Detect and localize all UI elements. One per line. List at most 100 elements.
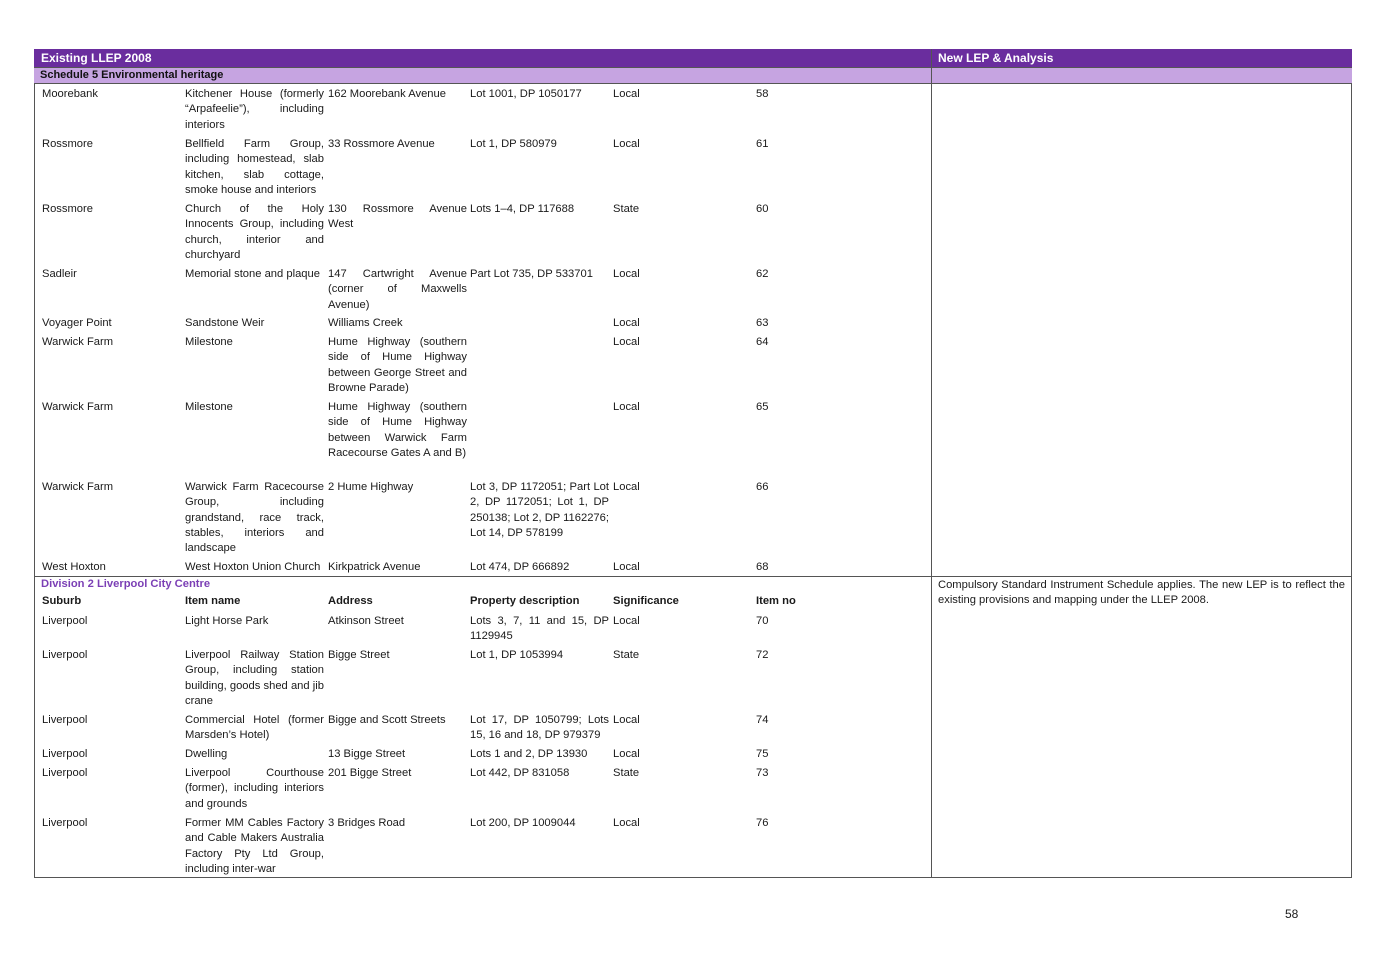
cell-no: 70 xyxy=(756,615,769,627)
cell-no: 73 xyxy=(756,767,769,779)
cell-item: Light Horse Park xyxy=(185,615,269,627)
cell-significance: Local xyxy=(613,336,640,348)
cell-address: 2 Hume Highway xyxy=(328,481,414,493)
cell-suburb: Liverpool xyxy=(42,748,88,760)
cell-address: 201 Bigge Street xyxy=(328,767,412,779)
cell-address: 130 Rossmore Avenue West xyxy=(328,203,467,231)
cell-suburb: Rossmore xyxy=(42,138,93,150)
cell-significance: State xyxy=(613,649,640,661)
cell-no: 58 xyxy=(756,88,769,100)
cell-item: Milestone xyxy=(185,336,233,348)
cell-address: 147 Cartwright Avenue (corner of Maxwell… xyxy=(328,268,467,311)
cell-no: 72 xyxy=(756,649,769,661)
cell-address: Bigge and Scott Streets xyxy=(328,714,446,726)
cell-property: Lot 200, DP 1009044 xyxy=(470,817,576,829)
cell-suburb: Sadleir xyxy=(42,268,77,280)
cell-item: Former MM Cables Factory and Cable Maker… xyxy=(185,817,324,875)
analysis-note: Compulsory Standard Instrument Schedule … xyxy=(938,579,1345,607)
cell-address: Atkinson Street xyxy=(328,615,404,627)
cell-address: 162 Moorebank Avenue xyxy=(328,88,446,100)
cell-significance: Local xyxy=(613,481,640,493)
cell-property: Part Lot 735, DP 533701 xyxy=(470,268,593,280)
cell-significance: Local xyxy=(613,561,640,573)
header-new-lep: New LEP & Analysis xyxy=(938,51,1054,65)
cell-item: Kitchener House (formerly “Arpafeelie”),… xyxy=(185,88,324,131)
cell-address: 3 Bridges Road xyxy=(328,817,406,829)
cell-property: Lot 474, DP 666892 xyxy=(470,561,570,573)
cell-no: 74 xyxy=(756,714,769,726)
cell-significance: Local xyxy=(613,615,640,627)
schedule-title: Schedule 5 Environmental heritage xyxy=(40,69,224,81)
cell-significance: Local xyxy=(613,268,640,280)
cell-property: Lot 3, DP 1172051; Part Lot 2, DP 117205… xyxy=(470,481,609,539)
col-header-property: Property description xyxy=(470,595,580,607)
cell-suburb: Liverpool xyxy=(42,767,88,779)
cell-significance: Local xyxy=(613,817,640,829)
cell-no: 61 xyxy=(756,138,769,150)
cell-suburb: Warwick Farm xyxy=(42,401,114,413)
cell-address: Bigge Street xyxy=(328,649,390,661)
cell-significance: Local xyxy=(613,401,640,413)
cell-item: Milestone xyxy=(185,401,233,413)
cell-property: Lots 1–4, DP 117688 xyxy=(470,203,575,215)
cell-suburb: Warwick Farm xyxy=(42,481,114,493)
header-existing-llep: Existing LLEP 2008 xyxy=(41,51,152,65)
cell-significance: Local xyxy=(613,317,640,329)
cell-no: 63 xyxy=(756,317,769,329)
cell-no: 60 xyxy=(756,203,769,215)
cell-property: Lots 3, 7, 11 and 15, DP 1129945 xyxy=(470,615,609,643)
col-header-significance: Significance xyxy=(613,595,679,607)
cell-property: Lot 1001, DP 1050177 xyxy=(470,88,582,100)
cell-significance: Local xyxy=(613,714,640,726)
cell-no: 62 xyxy=(756,268,769,280)
cell-significance: State xyxy=(613,767,640,779)
cell-significance: State xyxy=(613,203,640,215)
cell-no: 65 xyxy=(756,401,769,413)
cell-item: Warwick Farm Racecourse Group, including… xyxy=(185,481,324,555)
cell-item: Liverpool Courthouse (former), including… xyxy=(185,767,324,810)
cell-property: Lot 442, DP 831058 xyxy=(470,767,570,779)
schedule-bar-right xyxy=(931,67,1352,84)
col-header-suburb: Suburb xyxy=(42,595,82,607)
cell-significance: Local xyxy=(613,88,640,100)
cell-no: 76 xyxy=(756,817,769,829)
cell-suburb: Warwick Farm xyxy=(42,336,114,348)
cell-address: Kirkpatrick Avenue xyxy=(328,561,421,573)
section-divider xyxy=(34,576,1352,577)
cell-no: 64 xyxy=(756,336,769,348)
cell-item: Church of the Holy Innocents Group, incl… xyxy=(185,203,324,261)
col-header-item: Item name xyxy=(185,595,241,607)
cell-suburb: Liverpool xyxy=(42,817,88,829)
cell-address: Hume Highway (southern side of Hume High… xyxy=(328,401,467,459)
cell-property: Lots 1 and 2, DP 13930 xyxy=(470,748,588,760)
division-title: Division 2 Liverpool City Centre xyxy=(41,578,211,590)
cell-suburb: Liverpool xyxy=(42,714,88,726)
col-header-item-no: Item no xyxy=(756,595,796,607)
cell-item: Sandstone Weir xyxy=(185,317,265,329)
cell-significance: Local xyxy=(613,748,640,760)
cell-significance: Local xyxy=(613,138,640,150)
table-header: Existing LLEP 2008 New LEP & Analysis xyxy=(34,49,1352,67)
schedule-bar: Schedule 5 Environmental heritage xyxy=(34,67,931,84)
cell-suburb: Liverpool xyxy=(42,649,88,661)
cell-suburb: West Hoxton xyxy=(42,561,106,573)
cell-no: 68 xyxy=(756,561,769,573)
page-number: 58 xyxy=(1285,907,1299,921)
cell-property: Lot 1, DP 580979 xyxy=(470,138,557,150)
cell-item: Liverpool Railway Station Group, includi… xyxy=(185,649,324,707)
cell-item: Commercial Hotel (former Marsden’s Hotel… xyxy=(185,714,324,742)
cell-item: Bellfield Farm Group, including homestea… xyxy=(185,138,324,196)
cell-item: Memorial stone and plaque xyxy=(185,268,320,280)
cell-item: West Hoxton Union Church xyxy=(185,561,321,573)
cell-address: 13 Bigge Street xyxy=(328,748,406,760)
cell-item: Dwelling xyxy=(185,748,228,760)
cell-address: Williams Creek xyxy=(328,317,403,329)
cell-no: 75 xyxy=(756,748,769,760)
column-divider xyxy=(931,49,932,878)
cell-property: Lot 1, DP 1053994 xyxy=(470,649,564,661)
cell-address: 33 Rossmore Avenue xyxy=(328,138,435,150)
cell-suburb: Moorebank xyxy=(42,88,98,100)
cell-property: Lot 17, DP 1050799; Lots 15, 16 and 18, … xyxy=(470,714,609,742)
cell-suburb: Rossmore xyxy=(42,203,93,215)
cell-suburb: Liverpool xyxy=(42,615,88,627)
